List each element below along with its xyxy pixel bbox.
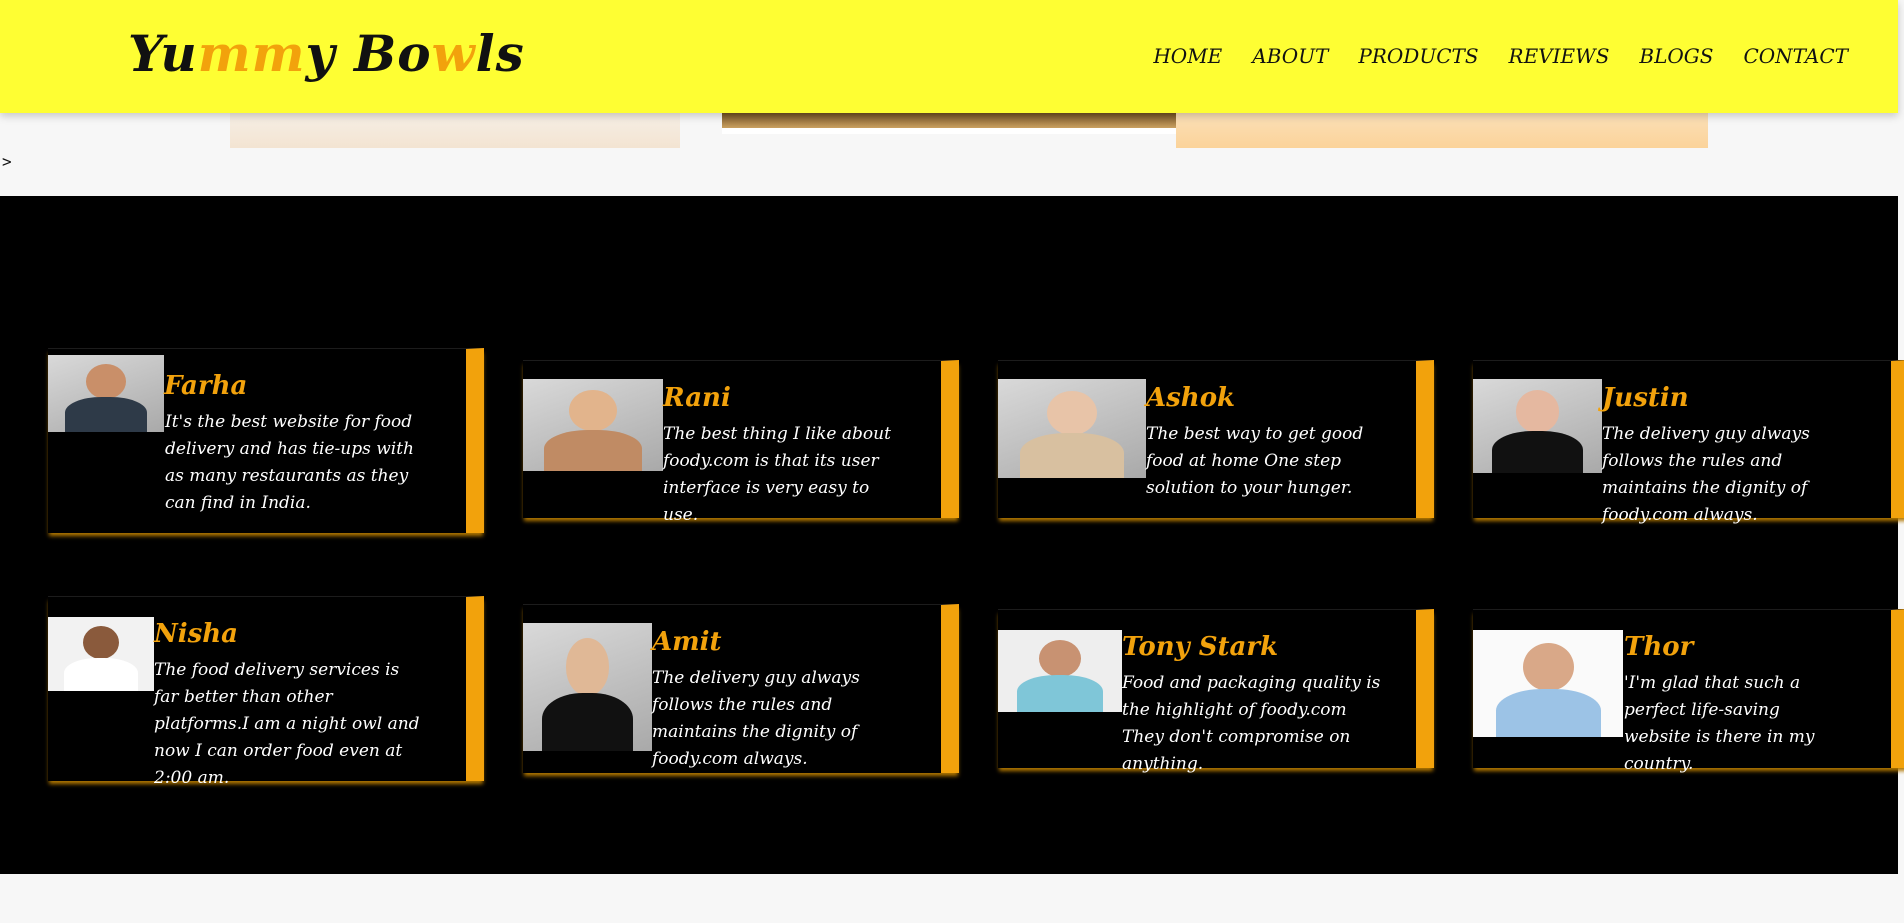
reviewer-name: Ashok — [1146, 383, 1236, 413]
hero-image-glow — [1176, 112, 1708, 148]
review-card: Justin The delivery guy always follows t… — [1473, 360, 1904, 525]
review-card: Nisha The food delivery services is far … — [48, 596, 484, 788]
review-card: Ashok The best way to get good food at h… — [998, 360, 1434, 518]
review-quote: Food and packaging quality is the highli… — [1122, 673, 1381, 774]
avatar-photo — [48, 617, 154, 691]
review-quote: The delivery guy always follows the rule… — [652, 668, 860, 769]
hero-image-left-edge — [230, 112, 680, 148]
reviews-section: Farha It's the best website for food del… — [0, 196, 1904, 874]
logo-part-accent: mm — [197, 24, 306, 83]
review-quote: The best way to get good food at home On… — [1146, 424, 1364, 498]
avatar-photo — [48, 355, 164, 432]
reviewer-name: Amit — [652, 627, 722, 657]
nav-home-link[interactable]: HOME — [1153, 44, 1222, 68]
review-quote: 'I'm glad that such a perfect life-savin… — [1624, 673, 1815, 774]
nav-reviews-link[interactable]: REVIEWS — [1509, 44, 1610, 68]
logo-part-accent: w — [431, 24, 476, 83]
next-section — [0, 874, 1904, 923]
main-nav: HOME ABOUT PRODUCTS REVIEWS BLOGS CONTAC… — [1153, 44, 1848, 68]
review-card: Rani The best thing I like about foody.c… — [523, 360, 959, 525]
review-card: Farha It's the best website for food del… — [48, 348, 484, 533]
avatar-photo — [998, 379, 1146, 478]
logo-part: y Bo — [305, 24, 432, 83]
review-card: Tony Stark Food and packaging quality is… — [998, 609, 1434, 774]
reviewer-name: Farha — [164, 371, 248, 401]
avatar-photo — [523, 623, 652, 751]
review-card: Thor 'I'm glad that such a perfect life-… — [1473, 609, 1904, 774]
review-quote: The delivery guy always follows the rule… — [1602, 424, 1810, 525]
reviewer-name: Justin — [1602, 383, 1689, 413]
avatar-photo — [1473, 379, 1602, 473]
nav-products-link[interactable]: PRODUCTS — [1358, 44, 1478, 68]
avatar-photo — [1473, 630, 1623, 737]
stray-text: > — [2, 152, 12, 171]
avatar-photo — [523, 379, 663, 471]
reviewer-name: Thor — [1624, 632, 1694, 662]
review-card: Amit The delivery guy always follows the… — [523, 604, 959, 773]
logo[interactable]: Yummy Bowls — [128, 24, 525, 83]
avatar-photo — [998, 630, 1122, 712]
site-header: Yummy Bowls HOME ABOUT PRODUCTS REVIEWS … — [0, 0, 1898, 113]
review-quote: The best thing I like about foody.com is… — [663, 424, 891, 525]
reviewer-name: Rani — [663, 383, 731, 413]
nav-contact-link[interactable]: CONTACT — [1743, 44, 1848, 68]
reviewer-name: Nisha — [154, 619, 239, 649]
reviewer-name: Tony Stark — [1122, 632, 1279, 662]
logo-part: ls — [475, 24, 525, 83]
review-quote: The food delivery services is far better… — [154, 660, 420, 788]
nav-about-link[interactable]: ABOUT — [1252, 44, 1328, 68]
nav-blogs-link[interactable]: BLOGS — [1639, 44, 1713, 68]
review-quote: It's the best website for food delivery … — [165, 412, 414, 513]
hero-image-center-edge — [722, 112, 1176, 134]
logo-part: Yu — [128, 24, 198, 83]
